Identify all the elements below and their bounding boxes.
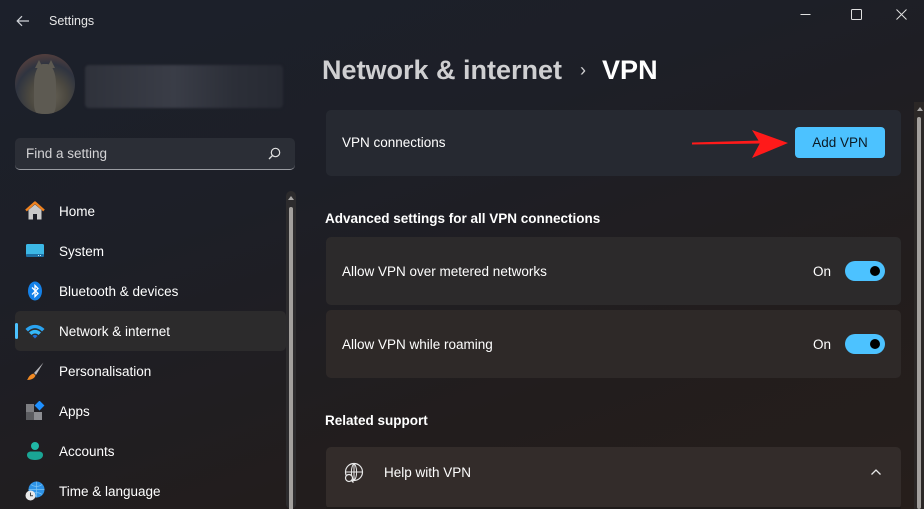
- maximize-icon: [850, 8, 862, 20]
- sidebar-item-label: Home: [59, 203, 96, 219]
- app-title: Settings: [49, 14, 95, 28]
- toggle-state-label: On: [813, 337, 832, 352]
- minimize-button[interactable]: [782, 0, 828, 28]
- chevron-right-icon: ›: [580, 60, 587, 80]
- sidebar-item-label: Personalisation: [59, 363, 152, 379]
- scroll-up-icon[interactable]: [288, 196, 294, 200]
- sidebar-scrollbar[interactable]: [286, 191, 296, 509]
- page-title: VPN: [602, 55, 658, 85]
- breadcrumb: Network & internet › VPN: [322, 55, 658, 86]
- toggle-state-label: On: [813, 264, 832, 279]
- close-icon: [895, 8, 907, 20]
- sidebar-item-accounts[interactable]: Accounts: [15, 431, 286, 471]
- chevron-up-icon[interactable]: [869, 465, 883, 479]
- add-vpn-button[interactable]: Add VPN: [795, 127, 885, 158]
- help-with-vpn-label: Help with VPN: [384, 465, 472, 480]
- minimize-icon: [800, 13, 810, 15]
- sidebar-item-bluetooth-devices[interactable]: Bluetooth & devices: [15, 271, 286, 311]
- bluetooth-icon: [28, 281, 42, 301]
- toggle-knob: [870, 266, 880, 276]
- sidebar-item-time-language[interactable]: Time & language: [15, 471, 286, 509]
- scroll-up-icon[interactable]: [917, 107, 923, 111]
- sidebar-item-label: System: [59, 243, 105, 259]
- vpn-connections-label: VPN connections: [342, 135, 446, 150]
- brush-icon: [27, 362, 44, 380]
- active-indicator: [15, 323, 18, 339]
- scrollbar-thumb[interactable]: [289, 207, 293, 509]
- title-bar: Settings: [0, 0, 924, 42]
- main-scrollbar[interactable]: [914, 102, 924, 509]
- setting-row-roaming: Allow VPN while roaming On: [326, 310, 901, 378]
- toggle-knob: [870, 339, 880, 349]
- profile-name-redacted: [85, 65, 283, 108]
- search-box[interactable]: [15, 138, 295, 170]
- search-input[interactable]: [26, 146, 266, 161]
- sidebar-item-label: Network & internet: [59, 323, 171, 339]
- related-support-heading: Related support: [325, 413, 428, 428]
- setting-row-metered: Allow VPN over metered networks On: [326, 237, 901, 305]
- annotation-arrow-icon: [692, 130, 788, 158]
- sidebar-item-apps[interactable]: Apps: [15, 391, 286, 431]
- help-with-vpn-expander[interactable]: Help with VPN: [326, 447, 901, 509]
- setting-label: Allow VPN over metered networks: [342, 264, 547, 279]
- maximize-button[interactable]: [833, 0, 879, 28]
- home-icon: [25, 201, 45, 220]
- sidebar-item-label: Bluetooth & devices: [59, 283, 179, 299]
- wifi-icon: [25, 324, 45, 339]
- roaming-toggle[interactable]: [845, 334, 885, 354]
- vpn-connections-card: VPN connections Add VPN: [326, 110, 901, 176]
- breadcrumb-parent[interactable]: Network & internet: [322, 55, 562, 86]
- sidebar-item-home[interactable]: Home: [15, 191, 286, 231]
- search-icon[interactable]: [268, 147, 281, 160]
- sidebar-item-label: Apps: [59, 403, 90, 419]
- sidebar-item-network-internet[interactable]: Network & internet: [15, 311, 286, 351]
- setting-label: Allow VPN while roaming: [342, 337, 493, 352]
- advanced-settings-heading: Advanced settings for all VPN connection…: [325, 211, 601, 226]
- avatar[interactable]: [15, 54, 75, 114]
- system-icon: [26, 244, 44, 257]
- accounts-icon: [27, 442, 43, 460]
- time-language-icon: [25, 481, 45, 501]
- metered-networks-toggle[interactable]: [845, 261, 885, 281]
- back-arrow-icon: [16, 15, 29, 27]
- back-button[interactable]: [10, 8, 36, 34]
- sidebar-item-label: Accounts: [59, 443, 115, 459]
- sidebar-item-label: Time & language: [59, 483, 161, 499]
- close-button[interactable]: [878, 0, 924, 28]
- sidebar-nav: Home System Bluetooth & devices Network …: [15, 191, 286, 509]
- apps-icon: [26, 401, 45, 420]
- sidebar-item-personalisation[interactable]: Personalisation: [15, 351, 286, 391]
- scrollbar-thumb[interactable]: [917, 117, 921, 509]
- sidebar-item-system[interactable]: System: [15, 231, 286, 271]
- globe-search-icon: [344, 462, 364, 483]
